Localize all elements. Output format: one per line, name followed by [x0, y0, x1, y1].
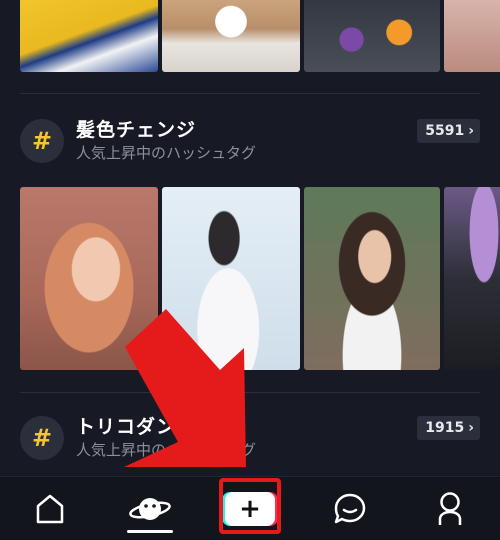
video-thumbnail[interactable]	[444, 0, 500, 72]
chevron-right-icon: ›	[468, 420, 474, 436]
video-thumbnail[interactable]	[162, 0, 300, 72]
profile-icon	[438, 492, 462, 525]
hashtag-header-row[interactable]: # トリコダンス 人気上昇中のハッシュタグ 1915 ›	[20, 416, 480, 472]
tab-home[interactable]	[0, 477, 100, 540]
video-thumbnail[interactable]	[20, 187, 158, 370]
hashtag-icon: #	[20, 416, 64, 460]
previous-tag-video-strip	[0, 0, 500, 72]
active-tab-indicator	[127, 530, 173, 533]
hashtag-header-row[interactable]: # 髪色チェンジ 人気上昇中のハッシュタグ 5591 ›	[20, 119, 480, 175]
video-thumbnail[interactable]	[20, 0, 158, 72]
annotation-highlight-box	[219, 478, 281, 534]
hashtag-video-row	[20, 187, 500, 370]
hashtag-subtitle: 人気上昇中のハッシュタグ	[76, 144, 257, 162]
hashtag-icon: #	[20, 119, 64, 163]
hashtag-subtitle: 人気上昇中のハッシュタグ	[76, 441, 257, 459]
discover-planet-icon	[129, 498, 171, 520]
video-thumbnail[interactable]	[444, 187, 500, 370]
tab-inbox[interactable]	[300, 477, 400, 540]
section-divider	[20, 93, 480, 94]
tab-profile[interactable]	[400, 477, 500, 540]
section-divider	[20, 392, 480, 393]
home-icon	[36, 494, 64, 524]
chevron-right-icon: ›	[468, 123, 474, 139]
hashtag-title: 髪色チェンジ	[76, 119, 197, 141]
video-count-button[interactable]: 1915 ›	[417, 416, 480, 440]
video-count: 1915	[425, 420, 465, 436]
video-thumbnail[interactable]	[304, 187, 440, 370]
video-count-button[interactable]: 5591 ›	[417, 119, 480, 143]
inbox-chat-icon	[334, 493, 366, 524]
video-thumbnail[interactable]	[304, 0, 440, 72]
video-thumbnail[interactable]	[162, 187, 300, 370]
video-count: 5591	[425, 123, 465, 139]
hashtag-title: トリコダンス	[76, 416, 196, 438]
